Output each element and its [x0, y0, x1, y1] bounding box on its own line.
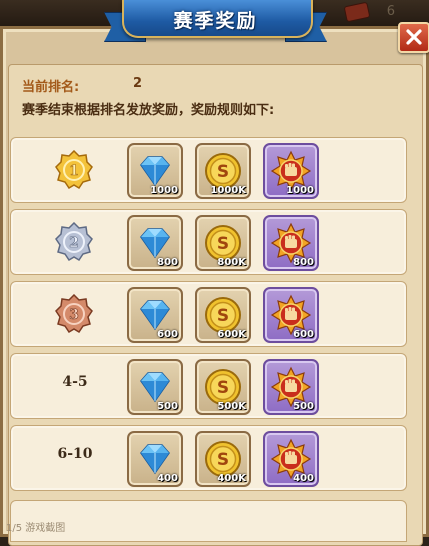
svg-text:3: 3: [69, 307, 79, 323]
reward-slot-honor-badge[interactable]: 600: [263, 287, 319, 343]
reward-quantity: 400: [157, 473, 178, 484]
close-button[interactable]: [398, 22, 429, 53]
bag-icon: [343, 1, 371, 23]
svg-text:S: S: [217, 306, 229, 326]
reward-quantity: 1000K: [210, 185, 246, 196]
reward-quantity: 600: [293, 329, 314, 340]
reward-quantity: 1000: [286, 185, 314, 196]
panel-title: 赛季奖励: [173, 10, 258, 32]
svg-text:S: S: [217, 378, 229, 398]
reward-slot-diamond[interactable]: 800: [127, 215, 183, 271]
current-rank-label: 当前排名:: [22, 80, 80, 95]
reward-slot-honor-badge[interactable]: 500: [263, 359, 319, 415]
reward-quantity: 800: [157, 257, 178, 268]
reward-quantity: 500K: [217, 401, 246, 412]
rank-medal-icon: 2: [55, 221, 93, 262]
reward-rule-text: 赛季结束根据排名发放奖励，奖励规则如下:: [22, 103, 275, 118]
reward-quantity: 500: [293, 401, 314, 412]
reward-quantity: 800: [293, 257, 314, 268]
svg-text:1: 1: [69, 163, 79, 179]
reward-slot-honor-badge[interactable]: 1000: [263, 143, 319, 199]
watermark: 1/5 游戏截图: [6, 523, 66, 534]
rank-medal-icon: 3: [55, 293, 93, 334]
reward-slot-gold-coin[interactable]: S 1000K: [195, 143, 251, 199]
reward-slot-gold-coin[interactable]: S 800K: [195, 215, 251, 271]
reward-quantity: 1000: [150, 185, 178, 196]
reward-row: 3 600 S 600K 600: [10, 281, 407, 347]
reward-slot-gold-coin[interactable]: S 600K: [195, 287, 251, 343]
rank-range-label: 6-10: [57, 446, 93, 462]
reward-row: 1 1000 S 1000K 1000: [10, 137, 407, 203]
reward-slot-diamond[interactable]: 400: [127, 431, 183, 487]
reward-quantity: 600: [157, 329, 178, 340]
reward-slot-diamond[interactable]: 1000: [127, 143, 183, 199]
reward-quantity: 400K: [217, 473, 246, 484]
reward-slot-diamond[interactable]: 500: [127, 359, 183, 415]
reward-row: 4-5 500 S 500K 500: [10, 353, 407, 419]
reward-row: 6-10 400 S 400K 400: [10, 425, 407, 491]
reward-quantity: 500: [157, 401, 178, 412]
current-rank-value: 2: [133, 76, 143, 91]
reward-row: 2 800 S 800K 800: [10, 209, 407, 275]
svg-text:S: S: [217, 162, 229, 182]
reward-slot-diamond[interactable]: 600: [127, 287, 183, 343]
svg-text:2: 2: [69, 235, 79, 251]
reward-quantity: 400: [293, 473, 314, 484]
reward-slot-honor-badge[interactable]: 800: [263, 215, 319, 271]
reward-quantity: 800K: [217, 257, 246, 268]
reward-quantity: 600K: [217, 329, 246, 340]
reward-slot-honor-badge[interactable]: 400: [263, 431, 319, 487]
svg-text:S: S: [217, 234, 229, 254]
next-row-partial: [10, 500, 407, 542]
svg-text:S: S: [217, 450, 229, 470]
reward-slot-gold-coin[interactable]: S 400K: [195, 431, 251, 487]
reward-slot-gold-coin[interactable]: S 500K: [195, 359, 251, 415]
title-banner: 赛季奖励: [104, 0, 327, 42]
rank-range-label: 4-5: [62, 374, 88, 390]
corner-number: 6: [386, 4, 395, 19]
rank-medal-icon: 1: [55, 149, 93, 190]
close-icon: [406, 29, 422, 45]
